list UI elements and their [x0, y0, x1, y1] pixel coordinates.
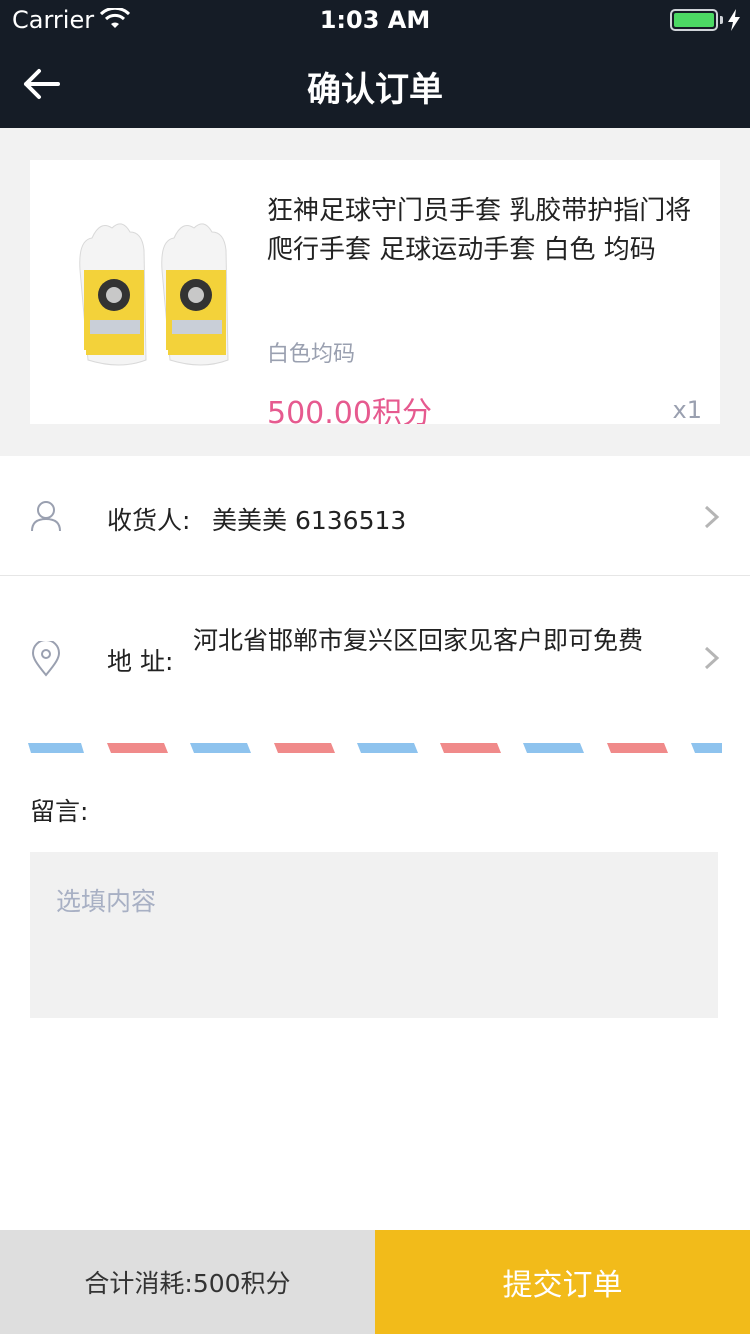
chevron-right-icon	[702, 504, 722, 534]
product-section: 狂神足球守门员手套 乳胶带护指门将爬行手套 足球运动手套 白色 均码 白色均码 …	[0, 128, 750, 456]
receiver-value: 美美美 6136513	[212, 506, 407, 535]
submit-order-button[interactable]: 提交订单	[375, 1230, 750, 1334]
product-spec: 白色均码	[267, 342, 356, 367]
status-bar: Carrier 1:03 AM	[0, 0, 750, 40]
product-quantity: x1	[672, 396, 702, 424]
battery-icon	[670, 9, 718, 31]
receiver-row[interactable]: 收货人: 美美美 6136513	[0, 456, 750, 576]
receiver-label: 收货人:	[107, 506, 191, 535]
product-card[interactable]: 狂神足球守门员手套 乳胶带护指门将爬行手套 足球运动手套 白色 均码 白色均码 …	[30, 160, 720, 424]
total-points-label: 合计消耗:500积分	[0, 1230, 375, 1334]
product-price: 500.00积分	[267, 396, 432, 424]
chevron-right-icon	[702, 645, 722, 675]
message-input[interactable]	[30, 852, 718, 1018]
user-icon	[30, 500, 62, 536]
status-time: 1:03 AM	[319, 6, 431, 34]
product-title: 狂神足球守门员手套 乳胶带护指门将爬行手套 足球运动手套 白色 均码	[267, 196, 692, 265]
address-divider-stripe	[28, 738, 722, 753]
address-row[interactable]: 地 址: 河北省邯郸市复兴区回家见客户即可免费	[0, 577, 750, 717]
location-pin-icon	[30, 639, 62, 681]
page-title: 确认订单	[307, 70, 443, 110]
message-label: 留言:	[30, 797, 89, 826]
charging-icon	[727, 8, 741, 38]
header-bar: Carrier 1:03 AM 确认订单	[0, 0, 750, 128]
address-label: 地 址:	[107, 647, 174, 676]
address-value: 河北省邯郸市复兴区回家见客户即可免费	[193, 626, 644, 655]
product-image	[70, 210, 240, 380]
